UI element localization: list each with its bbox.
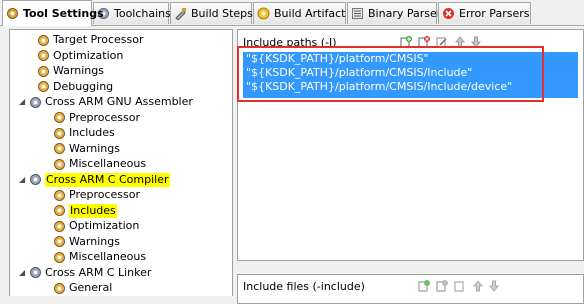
build-artifact-icon [257, 7, 270, 20]
tree-item-label: Preprocessor [69, 110, 141, 124]
include-files-header: Include files (-include) [243, 280, 365, 293]
settings-page-icon [53, 142, 66, 155]
tree-item[interactable]: Miscellaneous [53, 157, 146, 171]
tree-item-label: Miscellaneous [69, 157, 147, 170]
tree-item[interactable]: Includes [53, 126, 115, 140]
tree-item[interactable]: Preprocessor [53, 111, 140, 125]
tab-toolchains[interactable]: Toolchains [93, 2, 171, 24]
file-move-up-icon[interactable] [472, 280, 484, 292]
settings-page-icon [37, 80, 50, 93]
tree-item[interactable]: ◢ Cross ARM C Compiler [19, 172, 170, 187]
tree-item[interactable]: General [53, 281, 112, 295]
settings-page-icon [37, 49, 50, 62]
settings-page-icon [53, 111, 66, 124]
tree-item[interactable]: Warnings [37, 64, 104, 78]
tree-item-label: Target Processor [53, 33, 144, 46]
tree-item[interactable]: Warnings [53, 142, 120, 156]
tool-settings-icon [6, 7, 19, 20]
settings-page-icon [53, 251, 66, 264]
tab-label: Error Parsers [459, 7, 530, 20]
error-parsers-icon [442, 7, 455, 20]
tree-item-label: Warnings [53, 64, 104, 77]
settings-page-icon [37, 65, 50, 78]
tree-item[interactable]: Preprocessor [53, 188, 140, 202]
tree-item-label: Optimization [53, 48, 124, 62]
tree-item[interactable]: Includes [53, 203, 117, 218]
edit-file-icon[interactable] [454, 280, 466, 292]
tree-item-label: General [69, 281, 113, 294]
tree-item[interactable]: Debugging [37, 80, 113, 94]
tree-item-label: Optimization [69, 219, 140, 232]
settings-page-icon [53, 220, 66, 233]
delete-file-icon[interactable] [436, 280, 448, 292]
tool-gear-icon [29, 96, 42, 109]
tree-item[interactable]: Optimization [53, 219, 139, 233]
tree-item-label: Includes [69, 203, 117, 218]
tab-binary-parsers[interactable]: Binary Parsers [347, 2, 447, 24]
tree-item-label: Cross ARM C Compiler [45, 172, 170, 187]
tree-item[interactable]: Miscellaneous [53, 250, 146, 264]
settings-page-icon [53, 204, 66, 217]
tab-label: Build Steps [191, 7, 253, 20]
settings-page-icon [53, 158, 66, 171]
tab-tool-settings[interactable]: Tool Settings [2, 0, 104, 26]
tree-item[interactable]: Target Processor [37, 33, 144, 47]
settings-page-icon [53, 127, 66, 140]
annotation-box [237, 46, 544, 102]
expand-arrow-icon[interactable]: ◢ [19, 173, 27, 187]
tab-error-parsers[interactable]: Error Parsers [438, 2, 531, 24]
include-files-group: Include files (-include) [237, 274, 584, 304]
tab-bar: Tool Settings Toolchains Build Steps Bui… [0, 0, 584, 26]
settings-page-icon [53, 282, 66, 295]
tree-item-label: Warnings [69, 234, 120, 248]
expand-arrow-icon[interactable]: ◢ [19, 266, 27, 280]
settings-tree[interactable]: Target Processor Optimization Warnings Debu… [9, 29, 233, 296]
tab-label: Build Artifact [274, 7, 346, 20]
tab-label: Toolchains [114, 7, 171, 20]
tree-item[interactable]: ◢ Cross ARM C Linker [19, 266, 151, 280]
tree-item-label: Preprocessor [69, 188, 141, 201]
build-steps-icon [174, 7, 187, 21]
tab-build-artifact[interactable]: Build Artifact [253, 2, 346, 24]
expand-arrow-icon[interactable]: ◢ [19, 95, 27, 109]
tab-label: Tool Settings [23, 7, 104, 20]
tree-item-label: Miscellaneous [69, 250, 147, 263]
tree-item-label: Includes [69, 126, 115, 139]
tree-item[interactable]: Warnings [53, 235, 120, 249]
tree-item-label: Debugging [53, 79, 114, 93]
tree-item[interactable]: Optimization [37, 49, 123, 63]
add-file-icon[interactable] [418, 280, 430, 292]
settings-page-icon [53, 189, 66, 202]
tab-build-steps[interactable]: Build Steps [170, 2, 253, 24]
tool-gear-icon [29, 173, 42, 186]
tree-item[interactable]: ◢ Cross ARM GNU Assembler [19, 95, 193, 109]
settings-page-icon [37, 34, 50, 47]
settings-page-icon [53, 235, 66, 248]
tree-item-label: Warnings [69, 141, 120, 155]
tool-gear-icon [29, 266, 42, 279]
tab-label: Binary Parsers [368, 7, 447, 20]
binary-parsers-icon [351, 7, 364, 20]
file-move-down-icon[interactable] [488, 280, 500, 292]
tree-item-label: Cross ARM GNU Assembler [45, 95, 193, 108]
tree-item-label: Cross ARM C Linker [45, 265, 152, 279]
